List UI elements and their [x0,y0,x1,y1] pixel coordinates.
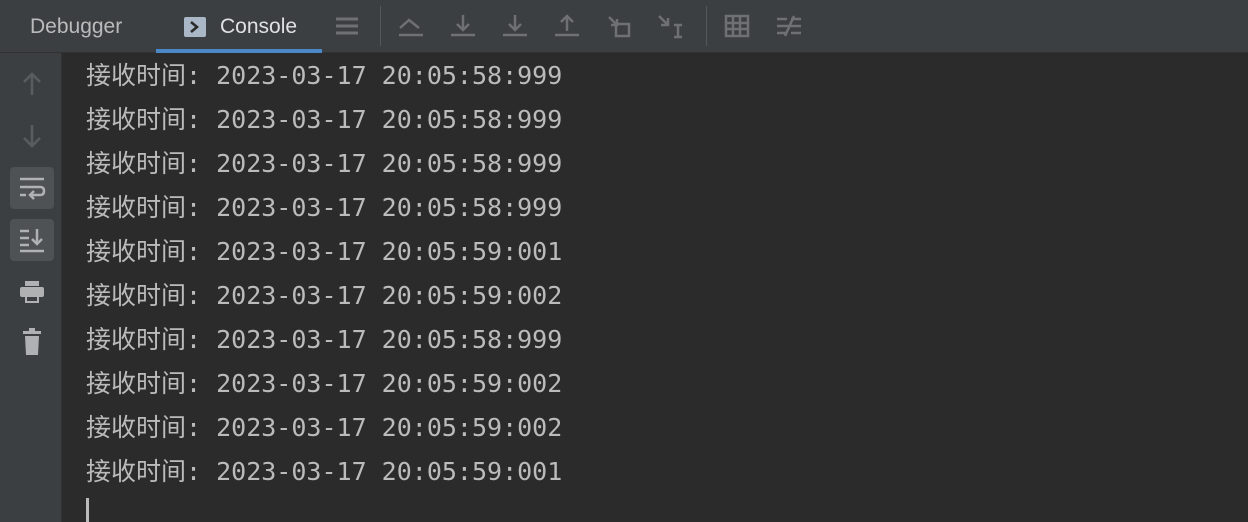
step-into-icon[interactable] [498,10,532,42]
console-line: 接收时间: 2023-03-17 20:05:59:001 [86,457,563,486]
up-arrow-icon[interactable] [10,63,54,105]
console-line: 接收时间: 2023-03-17 20:05:59:001 [86,237,563,266]
console-sidebar [0,53,62,522]
console-line: 接收时间: 2023-03-17 20:05:58:999 [86,105,563,134]
table-icon[interactable] [720,10,754,42]
tab-console-label: Console [220,14,298,38]
console-line: 接收时间: 2023-03-17 20:05:58:999 [86,61,563,90]
settings-icon[interactable] [772,10,806,42]
down-arrow-icon[interactable] [10,115,54,157]
toolbar-separator [380,6,381,46]
step-out-icon[interactable] [550,10,584,42]
console-line: 接收时间: 2023-03-17 20:05:58:999 [86,325,563,354]
run-to-cursor-icon[interactable] [602,10,636,42]
scroll-to-end-icon[interactable] [10,219,54,261]
step-over-icon[interactable] [446,10,480,42]
console-line: 接收时间: 2023-03-17 20:05:59:002 [86,369,563,398]
console-line: 接收时间: 2023-03-17 20:05:59:002 [86,281,563,310]
console-line: 接收时间: 2023-03-17 20:05:59:002 [86,413,563,442]
tool-window-header: Debugger Console [0,0,1248,53]
tab-console[interactable]: Console [156,0,322,53]
console-output[interactable]: 接收时间: 2023-03-17 20:05:58:999 接收时间: 2023… [62,53,1248,522]
trash-icon[interactable] [10,321,54,363]
console-line: 接收时间: 2023-03-17 20:05:58:999 [86,149,563,178]
print-icon[interactable] [10,271,54,313]
console-icon [184,16,206,37]
text-caret [86,498,89,522]
evaluate-icon[interactable] [654,10,688,42]
tab-debugger[interactable]: Debugger [30,0,122,53]
menu-icon[interactable] [330,10,364,42]
toolbar-separator [706,6,707,46]
show-execution-point-icon[interactable] [394,10,428,42]
soft-wrap-icon[interactable] [10,167,54,209]
console-line: 接收时间: 2023-03-17 20:05:58:999 [86,193,563,222]
tab-debugger-label: Debugger [30,14,123,38]
